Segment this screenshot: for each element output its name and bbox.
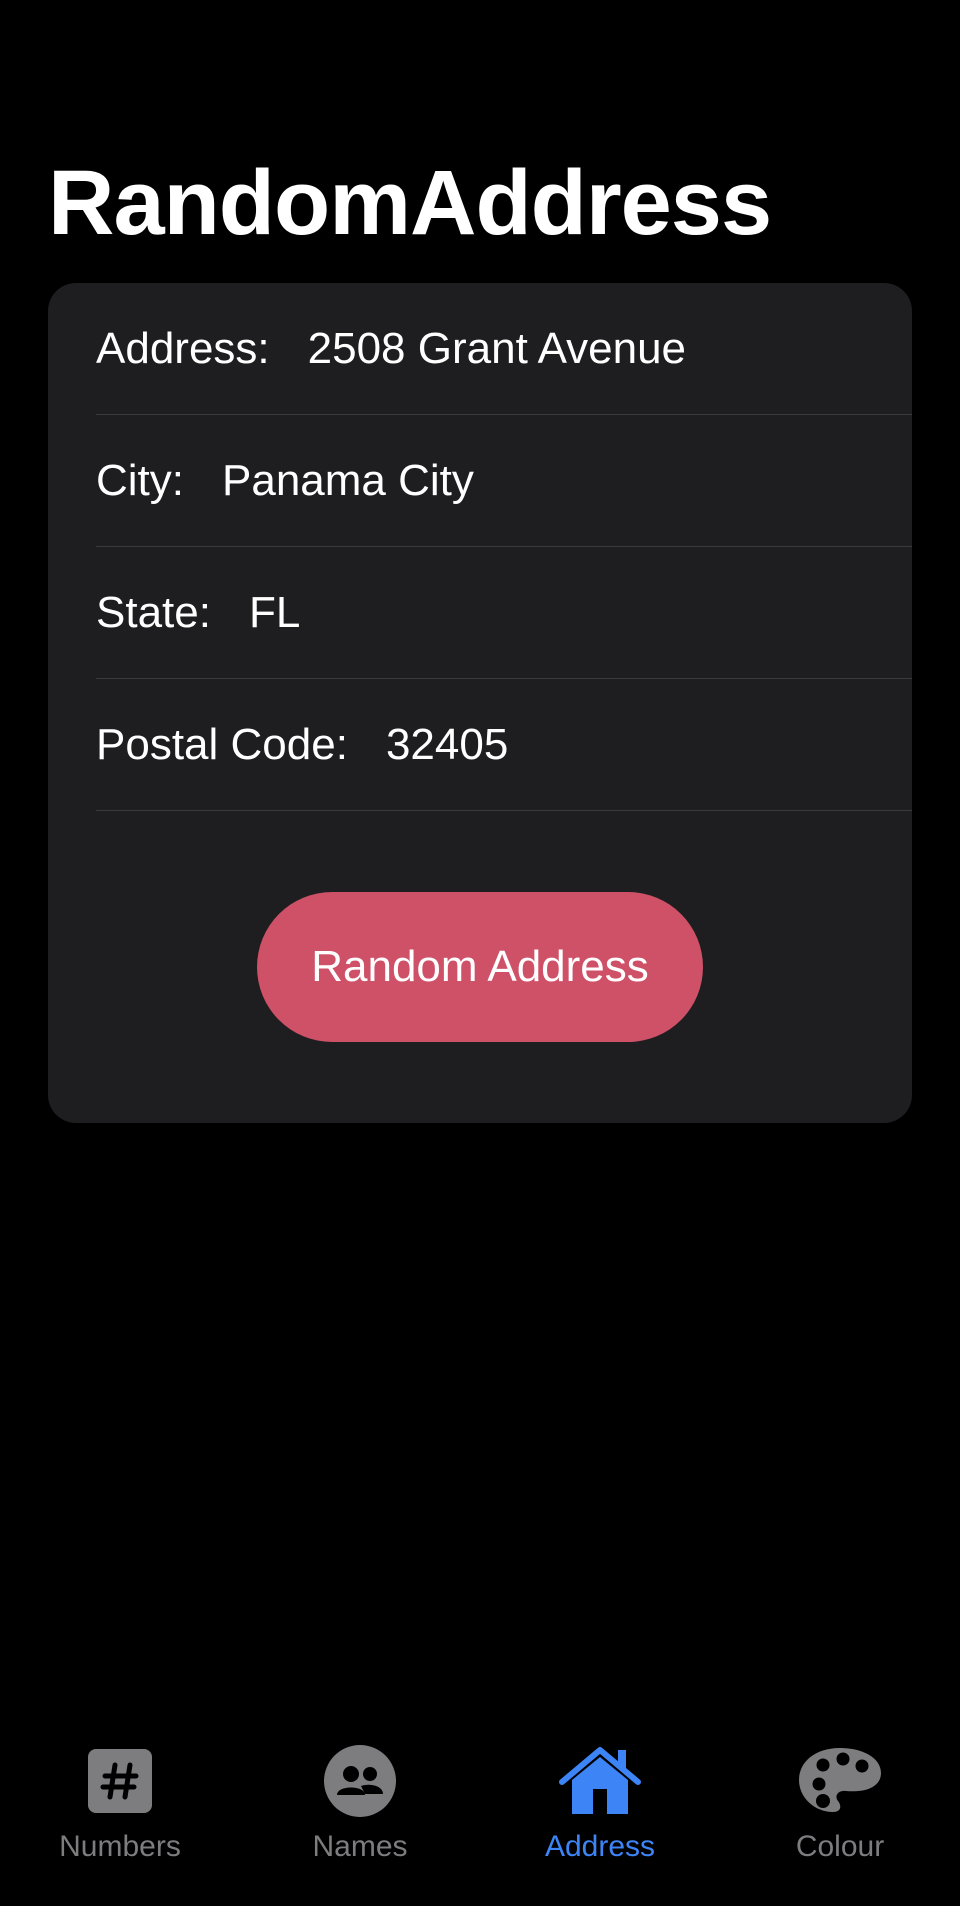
tab-address[interactable]: Address xyxy=(480,1730,720,1880)
address-card: Address: 2508 Grant Avenue City: Panama … xyxy=(48,283,912,1123)
postal-code-value: 32405 xyxy=(385,720,509,769)
address-row: Address: 2508 Grant Avenue xyxy=(96,283,912,415)
random-address-button[interactable]: Random Address xyxy=(257,892,703,1042)
address-value: 2508 Grant Avenue xyxy=(307,324,687,373)
state-value: FL xyxy=(248,588,301,637)
tab-label: Address xyxy=(544,1830,656,1863)
city-row: City: Panama City xyxy=(96,415,912,547)
city-value: Panama City xyxy=(222,456,474,505)
city-label: City: xyxy=(96,456,184,505)
tab-numbers[interactable]: Numbers xyxy=(0,1730,240,1880)
state-row: State: FL xyxy=(96,547,912,679)
tab-colour[interactable]: Colour xyxy=(720,1730,960,1880)
hash-icon xyxy=(75,1744,165,1818)
tab-label: Numbers xyxy=(59,1830,181,1863)
tab-bar: Numbers Names Address Colour xyxy=(0,1730,960,1906)
divider xyxy=(96,810,912,811)
palette-icon xyxy=(795,1744,885,1818)
address-label: Address: xyxy=(96,324,270,373)
tab-names[interactable]: Names xyxy=(240,1730,480,1880)
house-icon xyxy=(555,1744,645,1818)
tab-label: Colour xyxy=(795,1830,885,1863)
postal-code-label: Postal Code: xyxy=(96,720,348,769)
people-icon xyxy=(315,1744,405,1818)
page-title: RandomAddress xyxy=(48,152,772,254)
state-label: State: xyxy=(96,588,211,637)
tab-label: Names xyxy=(312,1830,408,1863)
postal-code-row: Postal Code: 32405 xyxy=(96,679,912,811)
